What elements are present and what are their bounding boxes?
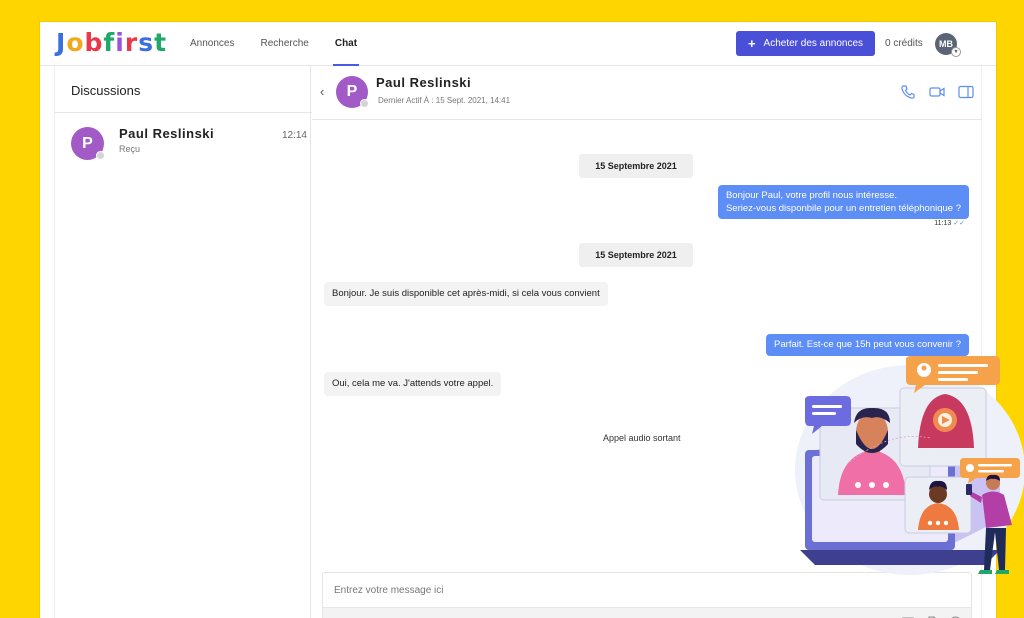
logo-letter: i [115,28,125,57]
phone-icon[interactable] [900,85,916,99]
message-outgoing: Bonjour Paul, votre profil nous intéress… [717,185,969,219]
message-meta: 11:13 ✓✓ [934,219,965,227]
presence-dot [96,151,105,160]
message-outgoing: Parfait. Est-ce que 15h peut vous conven… [766,334,969,356]
logo-letter: t [154,28,168,57]
conversation-avatar: P [71,127,105,160]
conversation-item[interactable]: P Paul Reslinski Reçu 12:14 [71,124,307,164]
message-composer [322,572,972,618]
message-text: Seriez-vous disponbile pour un entretien… [725,203,961,214]
video-camera-icon[interactable] [929,85,945,99]
message-time: 12:05 [933,365,952,372]
logo-letter: r [124,28,139,57]
jobfirst-logo[interactable]: Jobfirst [56,28,167,57]
credits-count: 0 crédits [885,38,923,49]
sidebar-title: Discussions [71,83,141,98]
logo-letter: o [66,28,85,57]
message-time: 11:13 [934,220,952,227]
conversation-status: Reçu [119,144,141,154]
top-bar: Jobfirst Annonces Recherche Chat + Achet… [40,22,996,66]
message-incoming: Oui, cela me va. J'attends votre appel. [324,372,502,396]
avatar-initial: P [346,83,358,100]
message-text: Parfait. Est-ce que 15h peut vous conven… [774,339,961,350]
message-text: Bonjour Paul, votre profil nous intéress… [725,190,898,201]
logo-letter: J [56,28,67,57]
main-nav: Annonces Recherche Chat [190,22,383,66]
discussions-sidebar: Discussions P Paul Reslinski Reçu 12:14 [54,66,312,618]
message-incoming: Bonjour. Je suis disponible cet après-mi… [324,282,608,306]
date-separator: 15 Septembre 2021 [579,243,693,267]
buy-ads-button[interactable]: + Acheter des annonces [736,31,875,56]
chevron-down-icon: ▾ [951,47,961,57]
contact-name: Paul Reslinski [376,75,472,90]
divider [55,112,312,113]
nav-chat[interactable]: Chat [332,22,360,66]
avatar-initial: P [82,135,93,152]
date-separator: 15 Septembre 2021 [579,154,693,178]
call-log-note: Appel audio sortant [603,433,681,443]
buy-ads-label: Acheter des annonces [763,38,864,49]
presence-dot [360,99,369,108]
contact-avatar: P [336,76,369,108]
logo-letter: f [103,28,116,57]
app-window: Jobfirst Annonces Recherche Chat + Achet… [40,22,996,618]
user-avatar[interactable]: MB ▾ [935,33,961,57]
logo-letter: b [84,28,104,57]
user-initials: MB [939,39,953,49]
composer-toolbar [323,607,971,618]
logo-letter: s [138,28,155,57]
last-active: Dernier Actif À : 15 Sept. 2021, 14:41 [378,96,511,105]
back-chevron-icon[interactable]: ‹ [320,84,324,99]
conversation-name: Paul Reslinski [119,126,215,141]
nav-recherche[interactable]: Recherche [260,22,308,66]
conversation-time: 12:14 [281,130,307,141]
nav-annonces[interactable]: Annonces [190,22,234,66]
read-ticks-icon: ✓✓ [953,220,965,227]
chat-panel: ‹ P Paul Reslinski Dernier Actif À : 15 … [312,66,982,618]
message-input[interactable] [323,573,971,607]
chat-header: ‹ P Paul Reslinski Dernier Actif À : 15 … [312,66,982,120]
side-panel-icon[interactable] [958,85,974,99]
read-ticks-icon: ✓✓ [953,365,965,372]
message-meta: 12:05 ✓✓ [934,364,965,372]
plus-icon: + [747,36,756,51]
